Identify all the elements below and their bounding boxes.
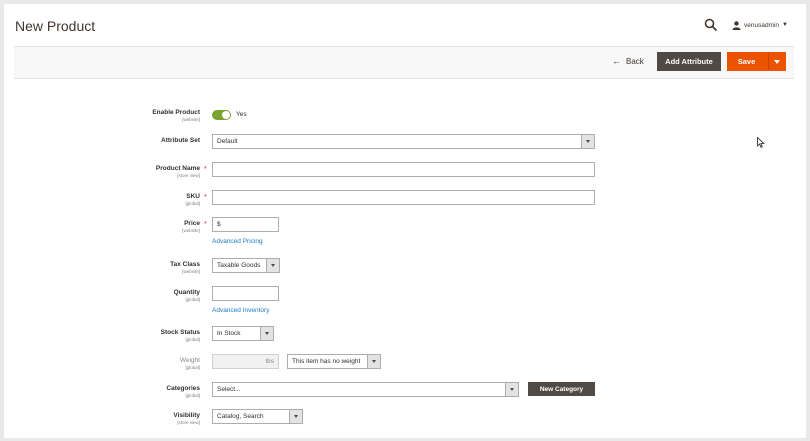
attribute-set-select[interactable]: Default xyxy=(212,134,595,149)
chevron-down-icon xyxy=(367,355,380,368)
stock-status-select[interactable]: In Stock xyxy=(212,326,274,341)
sku-label: SKU xyxy=(186,193,200,200)
visibility-scope: [store view] xyxy=(177,420,200,425)
currency-symbol: $ xyxy=(217,221,221,228)
page-frame: New Product venusadmin ▼ ← Back Add Attr… xyxy=(4,4,806,438)
quantity-input[interactable] xyxy=(212,286,279,301)
tax-class-select[interactable]: Taxable Goods xyxy=(212,258,280,273)
sku-input[interactable] xyxy=(212,190,595,205)
quantity-scope: [global] xyxy=(185,297,200,302)
chevron-down-icon xyxy=(260,327,273,340)
username: venusadmin xyxy=(743,21,780,29)
weight-input[interactable]: lbs xyxy=(212,354,279,369)
user-menu[interactable]: venusadmin ▼ xyxy=(732,20,788,30)
header-tools: venusadmin ▼ xyxy=(704,18,788,32)
chevron-down-icon: ▼ xyxy=(782,22,788,28)
product-name-input[interactable] xyxy=(212,162,595,177)
categories-label: Categories xyxy=(166,385,200,392)
field-tax-class: Tax Class [website] Taxable Goods xyxy=(4,258,806,274)
add-attribute-button[interactable]: Add Attribute xyxy=(657,52,721,71)
user-icon xyxy=(732,20,741,30)
price-label: Price xyxy=(184,220,200,227)
chevron-down-icon xyxy=(289,410,302,423)
page-title: New Product xyxy=(15,18,96,34)
required-asterisk: * xyxy=(204,221,207,228)
mouse-cursor-icon xyxy=(757,137,765,148)
tax-class-label: Tax Class xyxy=(170,261,200,268)
price-scope: [website] xyxy=(182,228,200,233)
price-input[interactable]: $ xyxy=(212,217,279,232)
required-asterisk: * xyxy=(204,166,207,173)
required-asterisk: * xyxy=(204,194,207,201)
chevron-down-icon xyxy=(581,135,594,148)
enable-product-scope: [website] xyxy=(182,117,200,122)
save-split-button: Save xyxy=(727,52,786,71)
field-stock-status: Stock Status [global] In Stock xyxy=(4,326,806,342)
enable-product-value: Yes xyxy=(236,111,247,118)
new-category-button[interactable]: New Category xyxy=(528,382,595,396)
categories-select[interactable]: Select... xyxy=(212,382,519,397)
enable-product-toggle-wrap: Yes xyxy=(212,109,247,120)
stock-status-label: Stock Status xyxy=(160,329,200,336)
attribute-set-label: Attribute Set xyxy=(161,137,200,144)
enable-product-toggle[interactable] xyxy=(212,110,231,120)
field-categories: Categories [global] Select... New Catego… xyxy=(4,382,806,398)
product-name-label: Product Name xyxy=(155,165,200,172)
quantity-label: Quantity xyxy=(173,289,200,296)
advanced-pricing-link[interactable]: Advanced Pricing xyxy=(212,238,263,245)
field-visibility: Visibility [store view] Catalog, Search xyxy=(4,409,806,425)
visibility-label: Visibility xyxy=(173,412,200,419)
field-attribute-set: Attribute Set Default xyxy=(4,134,806,149)
stock-status-scope: [global] xyxy=(185,337,200,342)
save-button[interactable]: Save xyxy=(728,53,768,70)
back-label: Back xyxy=(626,56,644,66)
tax-class-scope: [website] xyxy=(182,269,200,274)
weight-scope: [global] xyxy=(185,365,200,370)
advanced-inventory-link[interactable]: Advanced Inventory xyxy=(212,307,269,314)
action-bar: ← Back Add Attribute Save xyxy=(14,46,794,79)
chevron-down-icon xyxy=(505,383,518,396)
chevron-down-icon xyxy=(774,59,780,64)
weight-type-select[interactable]: This item has no weight xyxy=(287,354,381,369)
search-icon[interactable] xyxy=(704,18,718,32)
arrow-left-icon: ← xyxy=(612,56,621,66)
save-options-toggle[interactable] xyxy=(768,53,785,70)
weight-label: Weight xyxy=(179,357,200,364)
visibility-select[interactable]: Catalog, Search xyxy=(212,409,303,424)
enable-product-label: Enable Product xyxy=(152,109,200,116)
categories-scope: [global] xyxy=(185,393,200,398)
chevron-down-icon xyxy=(266,259,279,272)
product-name-scope: [store view] xyxy=(177,173,200,178)
back-button[interactable]: ← Back xyxy=(612,56,644,66)
weight-unit: lbs xyxy=(265,358,274,365)
sku-scope: [global] xyxy=(185,201,200,206)
